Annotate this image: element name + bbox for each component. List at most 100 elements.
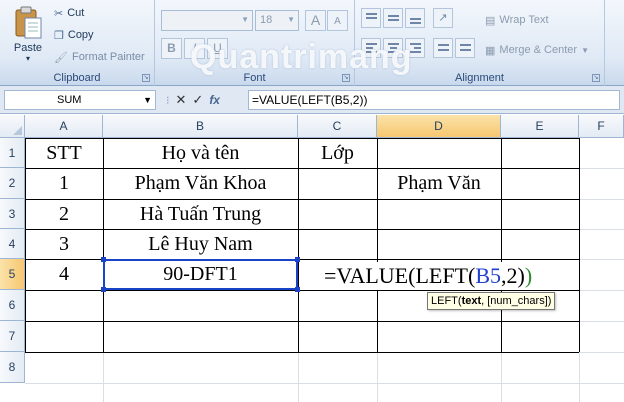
row-header-7[interactable]: 7: [0, 321, 25, 352]
brush-icon: 🖌: [54, 51, 68, 64]
chevron-down-icon: ▼: [287, 15, 295, 24]
tooltip-arg-text[interactable]: text: [462, 295, 482, 307]
wrap-text-icon: ▤: [485, 14, 496, 27]
paste-button[interactable]: Paste ▾: [6, 6, 50, 68]
tooltip-fn[interactable]: LEFT(: [431, 295, 462, 307]
font-size-select[interactable]: 18 ▼: [255, 10, 299, 31]
selection-handle[interactable]: [295, 287, 300, 292]
row-header-6[interactable]: 6: [0, 290, 25, 321]
column-header-c[interactable]: C: [298, 115, 377, 138]
clipboard-group-label: Clipboard: [53, 72, 101, 84]
grow-font-button[interactable]: A: [305, 10, 326, 31]
orientation-button[interactable]: ↗: [433, 8, 453, 28]
dialog-launcher-icon[interactable]: ↘: [142, 74, 150, 82]
grow-font-label: A: [310, 12, 321, 28]
chevron-down-icon[interactable]: ▼: [143, 91, 152, 109]
row-header-1[interactable]: 1: [0, 138, 25, 168]
cell-border: [25, 321, 579, 322]
format-painter-label: Format Painter: [71, 51, 145, 63]
watermark-logo: Quantrimang: [190, 38, 413, 76]
column-header-e[interactable]: E: [501, 115, 579, 138]
formula-args: ,2): [501, 263, 525, 288]
dialog-launcher-icon[interactable]: ↘: [592, 74, 600, 82]
cell-b3[interactable]: Hà Tuấn Trung: [103, 199, 298, 229]
increase-indent-button[interactable]: [455, 38, 475, 58]
tooltip-rest[interactable]: , [num_chars]): [481, 295, 551, 307]
decrease-indent-button[interactable]: [433, 38, 453, 58]
merge-center-button[interactable]: ▦ Merge & Center ▼: [485, 40, 589, 60]
row-header-5[interactable]: 5: [0, 259, 25, 290]
row-header-4[interactable]: 4: [0, 229, 25, 259]
cell-a4[interactable]: 3: [25, 229, 103, 259]
formula-input[interactable]: =VALUE(LEFT(B5,2)): [248, 90, 620, 110]
merge-center-label: Merge & Center: [499, 44, 578, 56]
scissors-icon: ✂: [54, 7, 64, 20]
cell-border: [298, 138, 299, 352]
align-top-button[interactable]: [361, 8, 381, 28]
bold-label: B: [167, 41, 176, 55]
formula-prefix: =VALUE(LEFT(: [324, 263, 476, 288]
copy-label: Copy: [67, 29, 94, 41]
paste-icon: [13, 6, 43, 40]
selection-handle[interactable]: [101, 257, 106, 262]
cell-b1[interactable]: Họ và tên: [103, 138, 298, 168]
cell-a2[interactable]: 1: [25, 168, 103, 199]
paste-label: Paste: [13, 42, 43, 54]
column-header-b[interactable]: B: [103, 115, 298, 138]
chevron-down-icon: ▾: [25, 54, 30, 63]
name-box[interactable]: SUM ▼: [4, 90, 156, 110]
editing-cell-formula[interactable]: =VALUE(LEFT(B5,2)): [324, 262, 533, 290]
row-header-2[interactable]: 2: [0, 168, 25, 199]
grip-icon: ⁝: [166, 94, 170, 107]
cell-a5[interactable]: 4: [25, 259, 103, 290]
align-middle-button[interactable]: [383, 8, 403, 28]
merge-icon: ▦: [485, 44, 496, 57]
font-size-value: 18: [260, 14, 273, 26]
shrink-font-label: A: [334, 16, 341, 27]
formula-bar-buttons: ⁝ ✕ ✓ fx: [162, 90, 246, 110]
cell-border: [25, 352, 579, 353]
font-name-select[interactable]: ▼: [161, 10, 253, 31]
formula-bar: SUM ▼ ⁝ ✕ ✓ fx =VALUE(LEFT(B5,2)): [0, 86, 624, 114]
row-header-3[interactable]: 3: [0, 199, 25, 229]
bold-button[interactable]: B: [161, 38, 182, 59]
cell-border: [579, 138, 580, 352]
selection-handle[interactable]: [101, 287, 106, 292]
wrap-text-label: Wrap Text: [499, 14, 549, 26]
gridline: [25, 383, 624, 384]
cell-border: [501, 138, 502, 352]
cell-b2[interactable]: Phạm Văn Khoa: [103, 168, 298, 199]
cell-d2[interactable]: Phạm Văn: [377, 168, 501, 199]
clipboard-group: Paste ▾ ✂ Cut ❐ Copy 🖌 Format Painter Cl…: [0, 0, 155, 86]
cancel-icon[interactable]: ✕: [176, 92, 187, 108]
chevron-down-icon: ▼: [581, 45, 589, 55]
cell-c1[interactable]: Lớp: [298, 138, 377, 168]
enter-icon[interactable]: ✓: [192, 92, 203, 108]
shrink-font-button[interactable]: A: [327, 10, 348, 31]
copy-icon: ❐: [54, 29, 64, 42]
cut-label: Cut: [67, 7, 85, 19]
insert-function-button[interactable]: fx: [209, 93, 220, 107]
format-painter-button[interactable]: 🖌 Format Painter: [54, 48, 145, 66]
cell-a1[interactable]: STT: [25, 138, 103, 168]
selected-cell-b5: [103, 259, 298, 290]
copy-button[interactable]: ❐ Copy: [54, 26, 94, 44]
name-box-value: SUM: [57, 94, 82, 106]
chevron-down-icon: ▼: [241, 15, 249, 24]
wrap-text-button[interactable]: ▤ Wrap Text: [485, 10, 549, 30]
selection-handle[interactable]: [295, 257, 300, 262]
cell-b4[interactable]: Lê Huy Nam: [103, 229, 298, 259]
align-bottom-button[interactable]: [405, 8, 425, 28]
cut-button[interactable]: ✂ Cut: [54, 4, 84, 22]
column-header-a[interactable]: A: [25, 115, 103, 138]
orientation-icon: ↗: [438, 12, 448, 24]
select-all-button[interactable]: [0, 115, 25, 138]
column-header-d[interactable]: D: [377, 115, 501, 138]
formula-ref: B5: [475, 263, 502, 288]
cell-border: [25, 290, 579, 291]
row-header-8[interactable]: 8: [0, 352, 25, 383]
formula-close: ): [524, 263, 533, 288]
column-header-f[interactable]: F: [579, 115, 624, 138]
function-tooltip: LEFT(text, [num_chars]): [427, 292, 556, 310]
cell-a3[interactable]: 2: [25, 199, 103, 229]
